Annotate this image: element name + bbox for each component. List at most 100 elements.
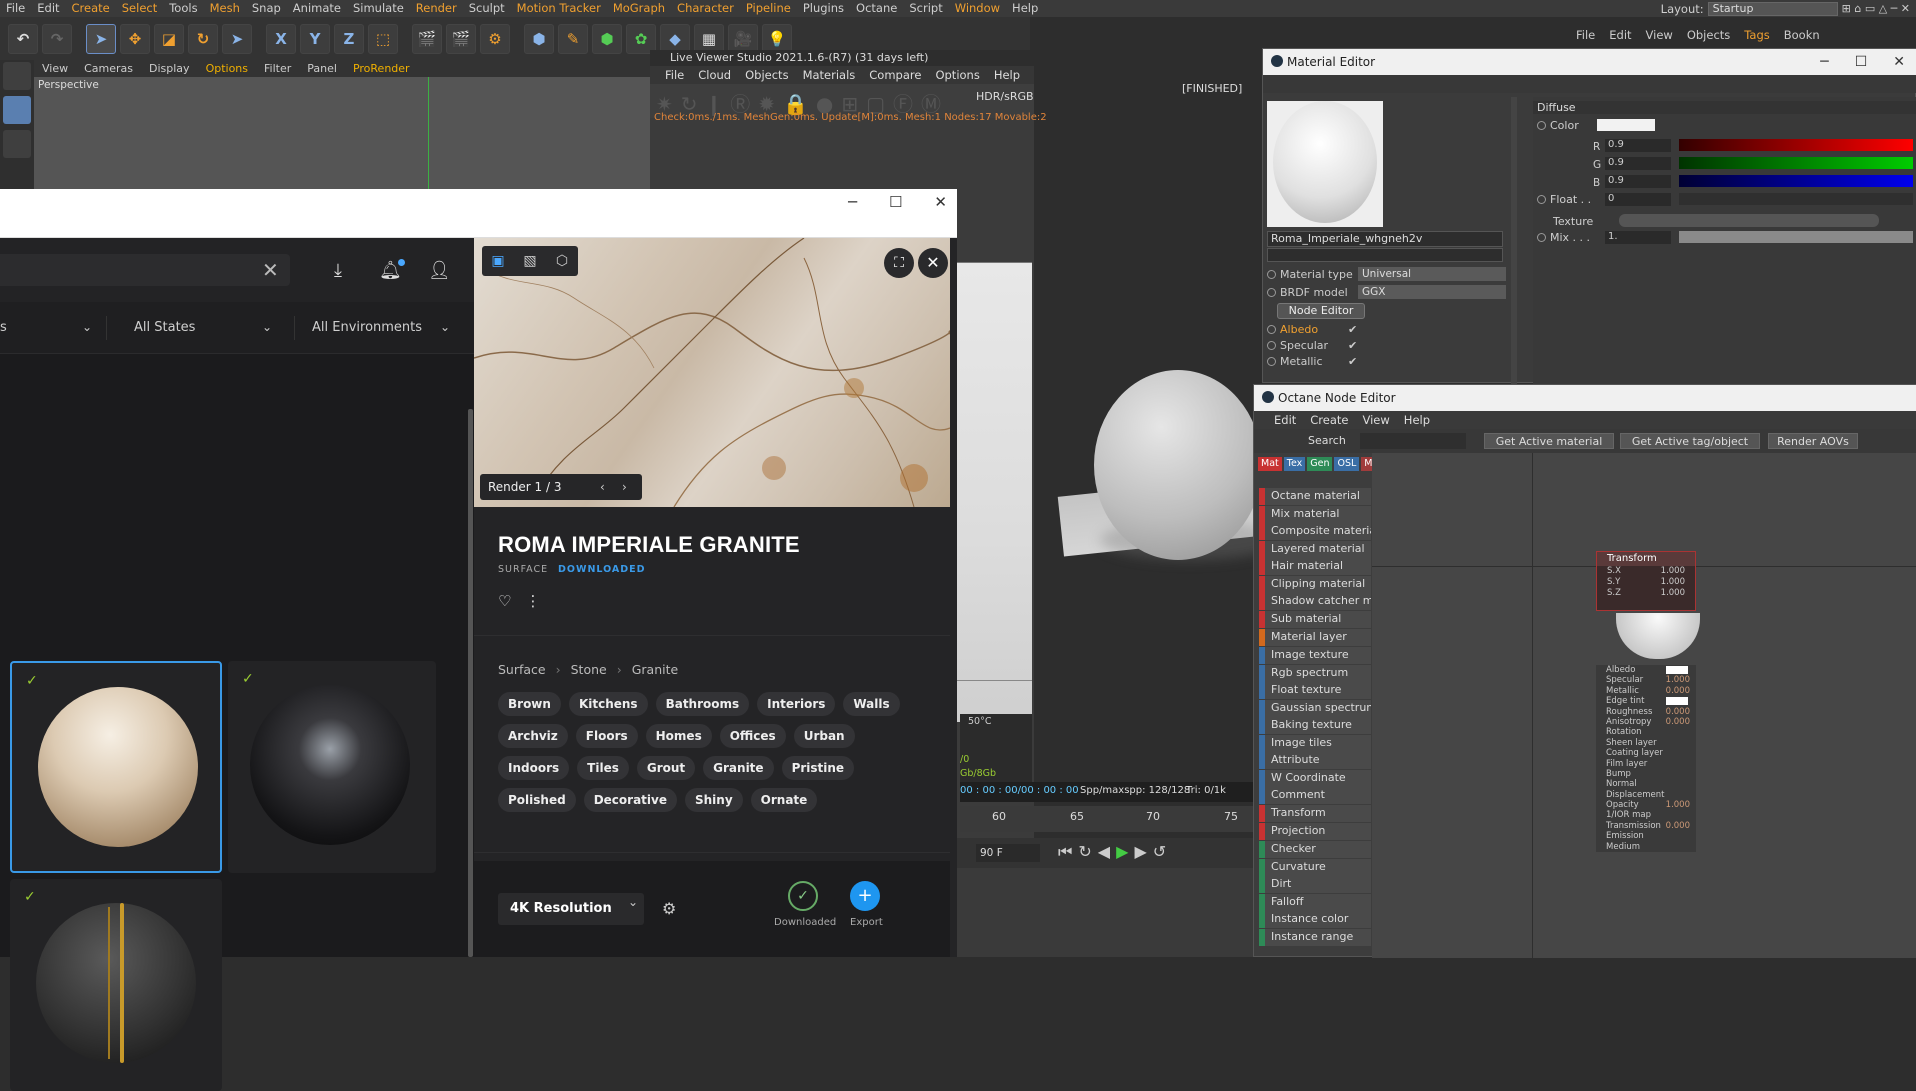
menu-tools[interactable]: Tools [163, 0, 203, 17]
node-port[interactable]: Opacity 1.000 [1596, 800, 1696, 811]
node-list-item[interactable]: Instance color [1259, 911, 1371, 928]
move-tool-icon[interactable]: ✥ [120, 23, 150, 54]
close-icon[interactable]: ✕ [918, 248, 948, 278]
tag-chip[interactable]: Interiors [757, 692, 836, 716]
tag-chip[interactable]: Bathrooms [655, 692, 750, 716]
search-input[interactable] [0, 254, 290, 286]
render-picture-viewer-icon[interactable]: 🎬 [446, 23, 476, 54]
radio-icon[interactable] [1267, 269, 1276, 279]
x-axis-button[interactable]: X [266, 23, 296, 54]
node-port[interactable]: Roughness 0.000 [1596, 706, 1696, 717]
node-port[interactable]: 1/IOR map [1596, 810, 1696, 821]
resolution-select[interactable]: 4K Resolution [498, 893, 644, 925]
me-menu-objects[interactable]: Objects [1687, 28, 1730, 42]
ne-menu-create[interactable]: Create [1310, 413, 1348, 427]
heart-icon[interactable]: ♡ [498, 592, 511, 610]
filter-environments[interactable]: All Environments [312, 320, 422, 335]
transform-value[interactable]: 1.000 [1661, 566, 1685, 577]
node-port[interactable]: Coating layer [1596, 748, 1696, 759]
layout-select[interactable]: Startup [1707, 1, 1838, 16]
node-list-item[interactable]: Layered material [1259, 540, 1371, 558]
node-list-item[interactable]: Image texture [1259, 647, 1371, 664]
b-field[interactable]: 0.9 [1605, 175, 1671, 188]
menu-render[interactable]: Render [410, 0, 463, 17]
transform-value[interactable]: 1.000 [1661, 577, 1685, 588]
me-menu-tags[interactable]: Tags [1744, 28, 1769, 42]
download-icon[interactable]: ⤓ [327, 260, 349, 282]
node-list-item[interactable]: Image tiles [1259, 734, 1371, 752]
node-list-item[interactable]: W Coordinate [1259, 769, 1371, 787]
scrollbar[interactable] [468, 409, 473, 957]
chevron-down-icon[interactable]: ⌄ [628, 895, 638, 909]
lv-menu-file[interactable]: File [658, 68, 691, 82]
menu-motion-tracker[interactable]: Motion Tracker [511, 0, 607, 17]
node-list-item[interactable]: Composite material [1259, 523, 1371, 540]
tag-chip[interactable]: Offices [719, 724, 786, 748]
sliders-icon[interactable]: ⚙ [662, 899, 676, 918]
menu-octane[interactable]: Octane [850, 0, 903, 17]
r-field[interactable]: 0.9 [1605, 139, 1671, 152]
channel-specular[interactable]: Specular [1280, 339, 1344, 352]
get-active-material-button[interactable]: Get Active material [1484, 433, 1614, 449]
me-menu-bookn[interactable]: Bookn [1784, 28, 1820, 42]
cube-icon[interactable]: ⬢ [524, 23, 554, 54]
b-slider[interactable] [1679, 175, 1913, 187]
node-tab-tex[interactable]: Tex [1283, 457, 1306, 471]
asset-hero-image[interactable]: ▣ ▧ ⬡ ⛶ ✕ Render 1 / 3 ‹ › [474, 238, 950, 507]
g-field[interactable]: 0.9 [1605, 157, 1671, 170]
node-port[interactable]: Anisotropy 0.000 [1596, 716, 1696, 728]
material-name-field[interactable] [1267, 248, 1503, 262]
node-port[interactable]: Specular 1.000 [1596, 675, 1696, 686]
viewport-menu-options[interactable]: Options [198, 62, 256, 75]
breadcrumb-item[interactable]: Stone [571, 662, 607, 677]
maximize-icon[interactable]: ☐ [1855, 54, 1868, 70]
downloaded-button[interactable]: ✓ [788, 881, 818, 911]
asset-tile[interactable]: ✓ [10, 879, 222, 1091]
tag-chip[interactable]: Indoors [498, 756, 570, 780]
image-icon[interactable]: ▣ [482, 246, 514, 276]
close-icon[interactable]: ✕ [1893, 54, 1905, 70]
node-port[interactable]: Sheen layer [1596, 737, 1696, 749]
node-list-item[interactable]: Sub material [1259, 611, 1371, 628]
menu-pipeline[interactable]: Pipeline [740, 0, 797, 17]
chevron-right-icon[interactable]: › [622, 474, 627, 500]
radio-icon[interactable] [1267, 341, 1276, 350]
node-list-item[interactable]: Dirt [1259, 876, 1371, 893]
lv-menu-objects[interactable]: Objects [738, 68, 795, 82]
float-slider[interactable] [1679, 193, 1913, 205]
tag-chip[interactable]: Floors [575, 724, 638, 748]
timeline-ruler[interactable]: 60 65 70 75 [960, 806, 1253, 832]
render-view-icon[interactable]: 🎬 [412, 23, 442, 54]
filter-category[interactable]: s [0, 320, 7, 335]
node-list-item[interactable]: Attribute [1259, 752, 1371, 769]
node-port[interactable]: Edge tint [1596, 696, 1696, 707]
radio-icon[interactable] [1267, 325, 1276, 334]
lv-menu-options[interactable]: Options [928, 68, 986, 82]
tag-chip[interactable]: Granite [703, 756, 774, 780]
transform-node[interactable]: Transform S.X 1.000 S.Y 1.000 S.Z 1.000 [1596, 551, 1696, 611]
breadcrumb-item[interactable]: Surface [498, 662, 546, 677]
node-port[interactable]: Emission [1596, 831, 1696, 842]
tag-chip[interactable]: Urban [793, 724, 855, 748]
floor-icon[interactable]: ▦ [694, 23, 724, 54]
render-settings-icon[interactable]: ⚙ [480, 23, 510, 54]
lv-menu-compare[interactable]: Compare [862, 68, 928, 82]
menu-animate[interactable]: Animate [287, 0, 347, 17]
more-icon[interactable]: ⋮ [525, 592, 540, 610]
channel-metallic[interactable]: Metallic [1280, 355, 1344, 368]
tag-chip[interactable]: Brown [498, 692, 561, 716]
chevron-down-icon[interactable]: ⌄ [440, 320, 450, 334]
radio-icon[interactable] [1267, 357, 1276, 366]
ne-menu-view[interactable]: View [1363, 413, 1390, 427]
breadcrumb-item[interactable]: Granite [632, 662, 678, 677]
node-port[interactable]: Normal [1596, 779, 1696, 790]
frame-field[interactable]: 90 F [976, 844, 1040, 862]
menu-simulate[interactable]: Simulate [347, 0, 410, 17]
node-port[interactable]: Metallic 0.000 [1596, 685, 1696, 697]
pen-icon[interactable]: ✎ [558, 23, 588, 54]
ne-menu-help[interactable]: Help [1404, 413, 1430, 427]
float-field[interactable]: 0 [1605, 193, 1671, 206]
transform-value[interactable]: 1.000 [1661, 588, 1685, 599]
tag-chip[interactable]: Polished [498, 788, 576, 812]
color-swatch[interactable] [1597, 119, 1655, 131]
